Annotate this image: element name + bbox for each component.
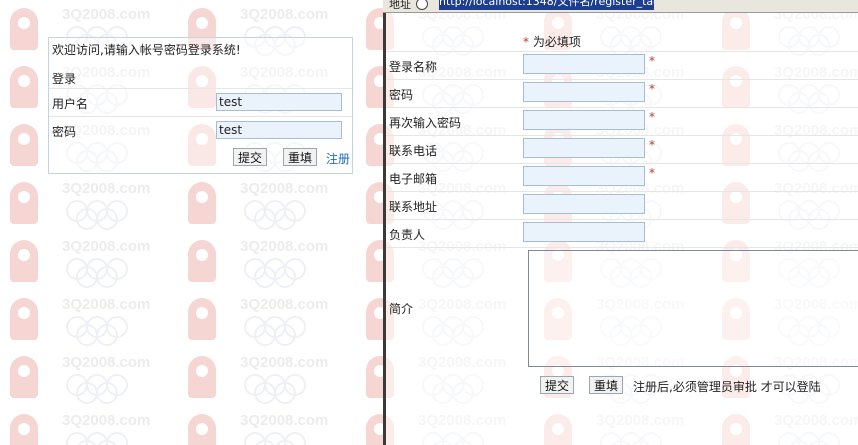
required-star: *	[649, 166, 655, 180]
required-star: *	[649, 110, 655, 124]
field-label: 再次输入密码	[389, 116, 462, 130]
password-label: 密码	[52, 125, 77, 139]
watermark-tile: 3Q2008.com	[182, 348, 362, 408]
register-reset-button[interactable]: 重填	[589, 376, 624, 394]
field-row-login-name: 登录名称 *	[386, 51, 858, 80]
phone-input[interactable]	[523, 138, 645, 158]
password-input[interactable]	[216, 121, 342, 139]
confirm-password-input[interactable]	[523, 110, 645, 130]
watermark-text: 3Q2008.com	[62, 6, 151, 23]
welcome-text: 欢迎访问,请输入帐号密码登录系统!	[52, 43, 241, 57]
watermark-logo-icon	[10, 8, 38, 50]
watermark-logo-icon	[188, 298, 216, 340]
required-star: *	[649, 138, 655, 152]
watermark-logo-icon	[10, 414, 38, 445]
username-input[interactable]	[216, 93, 342, 111]
field-label: 电子邮箱	[389, 172, 438, 186]
address-input[interactable]	[523, 194, 645, 214]
watermark-text: 3Q2008.com	[240, 180, 329, 197]
field-label: 联系电话	[389, 144, 438, 158]
watermark-text: 3Q2008.com	[62, 296, 151, 313]
intro-label: 简介	[389, 302, 414, 316]
field-row-password: 密码 *	[386, 79, 858, 108]
watermark-logo-icon	[188, 414, 216, 445]
field-label: 负责人	[389, 228, 426, 242]
register-submit-button[interactable]: 提交	[540, 376, 575, 394]
watermark-text: 3Q2008.com	[240, 296, 329, 313]
approval-hint: 注册后,必须管理员审批 才可以登陆	[633, 380, 821, 394]
field-row-address: 联系地址	[386, 191, 858, 220]
watermark-tile: 3Q2008.com	[182, 232, 362, 292]
address-label: 地址	[389, 0, 411, 11]
watermark-logo-icon	[10, 356, 38, 398]
watermark-tile: 3Q2008.com	[4, 232, 184, 292]
watermark-text: 3Q2008.com	[62, 238, 151, 255]
required-note: * 为必填项	[523, 33, 581, 50]
watermark-tile: 3Q2008.com	[4, 406, 184, 445]
watermark-text: 3Q2008.com	[240, 6, 329, 23]
field-row-confirm-password: 再次输入密码 *	[386, 107, 858, 136]
watermark-logo-icon	[10, 124, 38, 166]
field-label: 联系地址	[389, 200, 438, 214]
watermark-logo-icon	[10, 298, 38, 340]
username-label: 用户名	[52, 97, 89, 111]
watermark-logo-icon	[10, 66, 38, 108]
contact-person-input[interactable]	[523, 222, 645, 242]
watermark-logo-icon	[188, 182, 216, 224]
login-submit-button[interactable]: 提交	[233, 148, 268, 166]
watermark-logo-icon	[188, 240, 216, 282]
login-name-input[interactable]	[523, 54, 645, 74]
watermark-text: 3Q2008.com	[62, 354, 151, 371]
address-bar: 地址 http://localhost:1348/文件名/register_ta…	[383, 0, 858, 13]
watermark-tile: 3Q2008.com	[4, 290, 184, 350]
password-input[interactable]	[523, 82, 645, 102]
url-field[interactable]: http://localhost:1348/文件名/register_tag.a…	[439, 0, 654, 10]
watermark-text: 3Q2008.com	[240, 354, 329, 371]
required-star: *	[649, 82, 655, 96]
email-input[interactable]	[523, 166, 645, 186]
field-row-email: 电子邮箱 *	[386, 163, 858, 192]
watermark-logo-icon	[188, 356, 216, 398]
go-icon[interactable]	[416, 0, 428, 10]
watermark-tile: 3Q2008.com	[182, 174, 362, 234]
watermark-tile: 3Q2008.com	[182, 290, 362, 350]
field-row-phone: 联系电话 *	[386, 135, 858, 164]
field-label: 密码	[389, 88, 414, 102]
login-reset-button[interactable]: 重填	[283, 148, 318, 166]
watermark-text: 3Q2008.com	[240, 238, 329, 255]
required-star: *	[649, 54, 655, 68]
required-note-text: 为必填项	[532, 35, 581, 49]
watermark-tile: 3Q2008.com	[4, 174, 184, 234]
watermark-logo-icon	[10, 240, 38, 282]
watermark-text: 3Q2008.com	[62, 412, 151, 429]
register-link[interactable]: 注册	[326, 150, 350, 167]
watermark-tile: 3Q2008.com	[4, 348, 184, 408]
field-label: 登录名称	[389, 60, 438, 74]
intro-textarea[interactable]	[528, 250, 858, 367]
watermark-tile: 3Q2008.com	[182, 406, 362, 445]
watermark-logo-icon	[10, 182, 38, 224]
watermark-text: 3Q2008.com	[62, 180, 151, 197]
watermark-text: 3Q2008.com	[240, 412, 329, 429]
login-title: 登录	[52, 72, 77, 86]
password-row: 密码	[49, 116, 352, 145]
login-form: 欢迎访问,请输入帐号密码登录系统! 登录 用户名 密码 提交 重填 注册	[48, 37, 353, 174]
username-row: 用户名	[49, 88, 352, 117]
register-window: 地址 http://localhost:1348/文件名/register_ta…	[383, 0, 858, 445]
required-mark: *	[523, 35, 529, 49]
field-row-contact-person: 负责人	[386, 219, 858, 248]
